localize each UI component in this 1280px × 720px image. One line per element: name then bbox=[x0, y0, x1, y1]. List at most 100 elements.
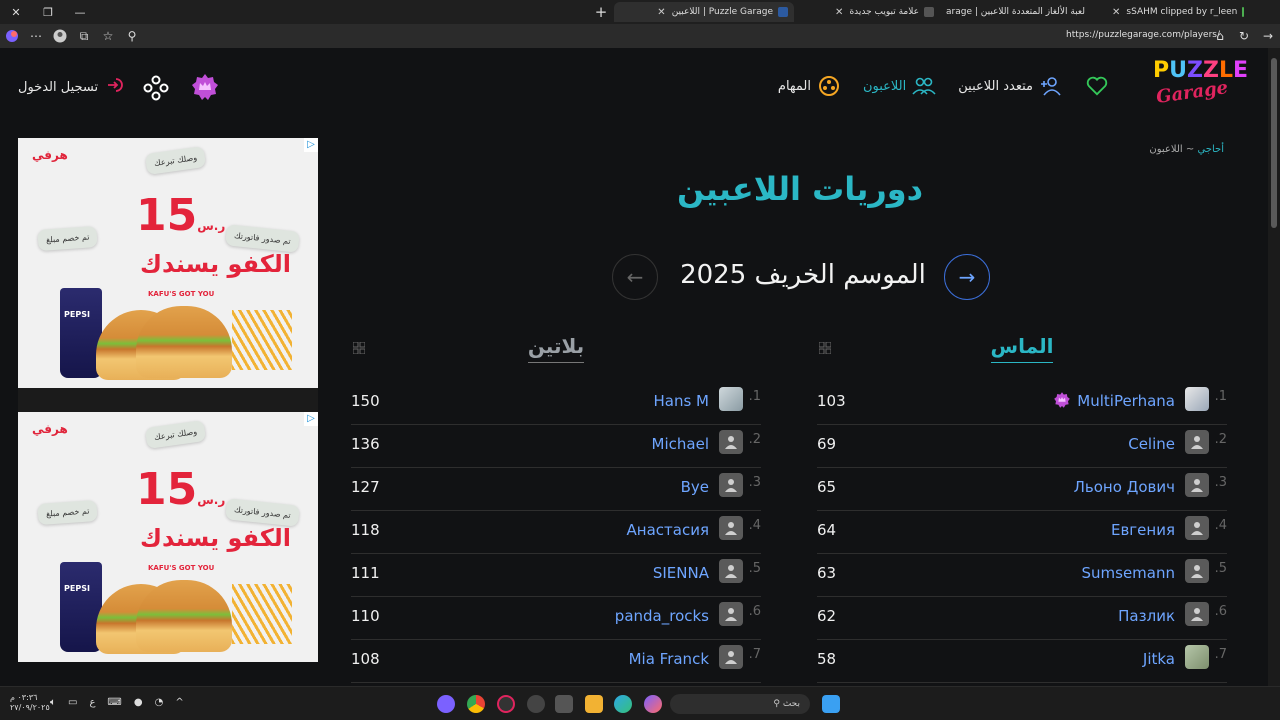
ad-choices-icon[interactable]: ▷ bbox=[304, 412, 318, 426]
avatar[interactable] bbox=[719, 387, 743, 411]
nav-players[interactable]: اللاعبون bbox=[863, 74, 936, 98]
avatar[interactable] bbox=[719, 559, 743, 583]
page-scrollbar[interactable] bbox=[1268, 48, 1280, 686]
avatar[interactable] bbox=[719, 602, 743, 626]
next-season-button[interactable]: → bbox=[944, 254, 990, 300]
avatar[interactable] bbox=[1185, 602, 1209, 626]
settings-icon[interactable] bbox=[527, 695, 545, 713]
file-explorer-icon[interactable] bbox=[585, 695, 603, 713]
avatar[interactable] bbox=[1185, 559, 1209, 583]
volume-icon[interactable]: 🔈︎ bbox=[50, 697, 56, 708]
lock-icon[interactable]: ⌂ bbox=[1208, 24, 1232, 48]
zoom-icon[interactable]: ⚲ bbox=[120, 24, 144, 48]
tray-overflow-icon[interactable]: ^ bbox=[175, 697, 183, 708]
more-icon[interactable]: ⋯ bbox=[24, 24, 48, 48]
chrome-icon[interactable] bbox=[467, 695, 485, 713]
avatar[interactable] bbox=[1185, 516, 1209, 540]
avatar[interactable] bbox=[719, 645, 743, 669]
player-row[interactable]: 63 .5 Sumsemann bbox=[817, 554, 1227, 597]
browser-tab-active[interactable]: Puzzle Garage | اللاعبين ✕ bbox=[614, 2, 794, 22]
favorite-star-icon[interactable]: ☆ bbox=[96, 24, 120, 48]
close-window-icon[interactable]: ✕ bbox=[0, 0, 32, 24]
microphone-icon[interactable]: ● bbox=[134, 697, 143, 708]
browser-tab[interactable]: علامة تبويب جديدة ✕ bbox=[800, 2, 940, 22]
close-tab-icon[interactable]: ✕ bbox=[835, 7, 843, 18]
premium-badge-icon[interactable] bbox=[190, 72, 220, 106]
advertisement[interactable]: ▷ هرفي وصلك تبرعك تم صدور فاتورتك تم خصم… bbox=[18, 412, 318, 662]
edge-icon[interactable] bbox=[614, 695, 632, 713]
display-icon[interactable]: ▭ bbox=[68, 697, 77, 708]
avatar[interactable] bbox=[1185, 430, 1209, 454]
close-tab-icon[interactable]: ✕ bbox=[657, 7, 665, 18]
league-title[interactable]: الماس bbox=[817, 334, 1227, 363]
player-row[interactable]: 58 .7 Jitka bbox=[817, 640, 1227, 683]
avatar[interactable] bbox=[1185, 645, 1209, 669]
advertisement[interactable]: ▷ هرفي وصلك تبرعك تم صدور فاتورتك تم خصم… bbox=[18, 138, 318, 388]
clock[interactable]: ٠٣:٣٦ م ٢٧/٠٩/٢٠٢٥ bbox=[10, 693, 50, 713]
login-button[interactable]: تسجيل الدخول bbox=[18, 76, 124, 98]
copilot-icon[interactable] bbox=[0, 24, 24, 48]
gamepad-icon[interactable] bbox=[142, 74, 170, 106]
player-name[interactable]: Льоно Дович bbox=[1074, 478, 1175, 496]
player-row[interactable]: 111 .5 SIENNA bbox=[351, 554, 761, 597]
player-row[interactable]: 150 .1 Hans M bbox=[351, 382, 761, 425]
player-name[interactable]: SIENNA bbox=[653, 564, 709, 582]
language-indicator[interactable]: ع bbox=[89, 697, 95, 708]
store-icon[interactable] bbox=[555, 695, 573, 713]
player-name[interactable]: Mia Franck bbox=[629, 650, 709, 668]
avatar[interactable] bbox=[719, 516, 743, 540]
minimize-window-icon[interactable]: — bbox=[64, 0, 96, 24]
player-name[interactable]: Michael bbox=[652, 435, 709, 453]
player-name[interactable]: Bye bbox=[681, 478, 709, 496]
new-tab-button[interactable]: + bbox=[590, 0, 612, 24]
avatar[interactable] bbox=[719, 473, 743, 497]
keyboard-icon[interactable]: ⌨ bbox=[107, 697, 121, 708]
player-row[interactable]: 136 .2 Michael bbox=[351, 425, 761, 468]
taskbar-search[interactable]: بحث ⚲ bbox=[670, 694, 810, 714]
restore-window-icon[interactable]: ❐ bbox=[32, 0, 64, 24]
player-row[interactable]: 65 .3 Льоно Дович bbox=[817, 468, 1227, 511]
previous-season-button[interactable]: ← bbox=[612, 254, 658, 300]
player-name[interactable]: Celine bbox=[1128, 435, 1175, 453]
player-name[interactable]: Jitka bbox=[1143, 650, 1175, 668]
player-row[interactable]: 108 .7 Mia Franck bbox=[351, 640, 761, 683]
network-icon[interactable]: ◔ bbox=[155, 697, 164, 708]
player-row[interactable]: 127 .3 Bye bbox=[351, 468, 761, 511]
copilot-app-icon[interactable] bbox=[644, 695, 662, 713]
scrollbar-thumb[interactable] bbox=[1271, 58, 1277, 228]
avatar[interactable] bbox=[1185, 387, 1209, 411]
player-name[interactable]: Евгения bbox=[1111, 521, 1175, 539]
breadcrumb-home[interactable]: أحاجي bbox=[1197, 144, 1224, 155]
avatar[interactable] bbox=[1185, 473, 1209, 497]
player-name[interactable]: Hans M bbox=[653, 392, 709, 410]
player-row[interactable]: 69 .2 Celine bbox=[817, 425, 1227, 468]
ad-choices-icon[interactable]: ▷ bbox=[304, 138, 318, 152]
player-name[interactable]: MultiPerhana bbox=[1077, 392, 1175, 410]
player-row[interactable]: 118 .4 Анастасия bbox=[351, 511, 761, 554]
extensions-icon[interactable]: ⧉ bbox=[72, 24, 96, 48]
player-name[interactable]: Пазлик bbox=[1118, 607, 1175, 625]
player-row[interactable]: 110 .6 panda_rocks bbox=[351, 597, 761, 640]
player-name[interactable]: Анастасия bbox=[627, 521, 709, 539]
league-title[interactable]: بلاتين bbox=[351, 334, 761, 363]
url-field[interactable]: https://puzzlegarage.com/players/ bbox=[1066, 30, 1220, 40]
player-name[interactable]: panda_rocks bbox=[615, 607, 709, 625]
player-name[interactable]: Sumsemann bbox=[1081, 564, 1175, 582]
forward-icon[interactable]: → bbox=[1256, 24, 1280, 48]
profile-icon[interactable] bbox=[48, 24, 72, 48]
favorites-heart-icon[interactable] bbox=[1086, 76, 1108, 100]
discord-icon[interactable] bbox=[437, 695, 455, 713]
browser-tab[interactable]: لعبة الألغاز المتعددة اللاعبين | Puzzle … bbox=[946, 2, 1096, 22]
puzzle-garage-logo[interactable]: PUZZLE Garage bbox=[1148, 56, 1248, 116]
browser-tab[interactable]: sSAHM clipped by r_leen ✕ bbox=[1100, 2, 1250, 22]
player-row[interactable]: 103 .1 MultiPerhana bbox=[817, 382, 1227, 425]
player-row[interactable]: 62 .6 Пазлик bbox=[817, 597, 1227, 640]
nav-tasks[interactable]: المهام bbox=[778, 74, 841, 98]
avatar[interactable] bbox=[719, 430, 743, 454]
close-tab-icon[interactable]: ✕ bbox=[1112, 7, 1120, 18]
start-icon[interactable] bbox=[822, 695, 840, 713]
player-row[interactable]: 64 .4 Евгения bbox=[817, 511, 1227, 554]
app-icon[interactable] bbox=[497, 695, 515, 713]
reload-icon[interactable]: ↻ bbox=[1232, 24, 1256, 48]
nav-multiplayer[interactable]: متعدد اللاعبين bbox=[958, 74, 1063, 98]
